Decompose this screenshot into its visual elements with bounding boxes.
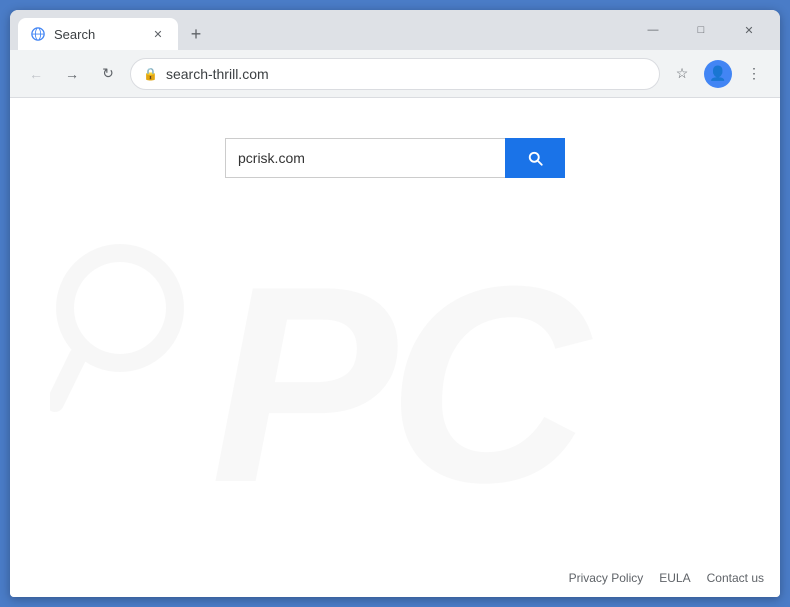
profile-button[interactable]: 👤 <box>704 60 732 88</box>
bookmark-button[interactable]: ☆ <box>668 60 696 88</box>
window-controls: — □ ✕ <box>630 18 772 42</box>
menu-button[interactable]: ⋮ <box>740 60 768 88</box>
search-area <box>225 138 565 178</box>
more-icon: ⋮ <box>747 65 761 82</box>
page-content: PC Privacy Policy EULA Contact us <box>10 98 780 597</box>
tab-favicon <box>30 26 46 42</box>
star-icon: ☆ <box>676 65 689 82</box>
tab-close-button[interactable]: ✕ <box>150 26 166 42</box>
eula-link[interactable]: EULA <box>659 571 690 585</box>
reload-icon: ↻ <box>102 65 114 82</box>
watermark-logo <box>50 228 210 428</box>
privacy-policy-link[interactable]: Privacy Policy <box>569 571 644 585</box>
back-button[interactable]: ← <box>22 60 50 88</box>
reload-button[interactable]: ↻ <box>94 60 122 88</box>
forward-icon: → <box>65 66 79 82</box>
back-icon: ← <box>29 66 43 82</box>
search-input[interactable] <box>225 138 505 178</box>
contact-us-link[interactable]: Contact us <box>707 571 764 585</box>
address-text: search-thrill.com <box>166 66 647 82</box>
browser-window: Search ✕ + — □ ✕ ← → ↻ 🔒 search-thrill.c… <box>10 10 780 597</box>
search-icon <box>526 149 544 167</box>
new-tab-button[interactable]: + <box>182 20 210 48</box>
tab-title: Search <box>54 27 142 42</box>
close-button[interactable]: ✕ <box>726 18 772 42</box>
page-footer: Privacy Policy EULA Contact us <box>569 571 764 585</box>
profile-icon: 👤 <box>709 65 726 82</box>
address-bar[interactable]: 🔒 search-thrill.com <box>130 58 660 90</box>
title-bar: Search ✕ + — □ ✕ <box>10 10 780 50</box>
lock-icon: 🔒 <box>143 67 158 81</box>
minimize-button[interactable]: — <box>630 18 676 42</box>
maximize-button[interactable]: □ <box>678 18 724 42</box>
search-button[interactable] <box>505 138 565 178</box>
toolbar: ← → ↻ 🔒 search-thrill.com ☆ 👤 ⋮ <box>10 50 780 98</box>
browser-tab[interactable]: Search ✕ <box>18 18 178 50</box>
forward-button[interactable]: → <box>58 60 86 88</box>
